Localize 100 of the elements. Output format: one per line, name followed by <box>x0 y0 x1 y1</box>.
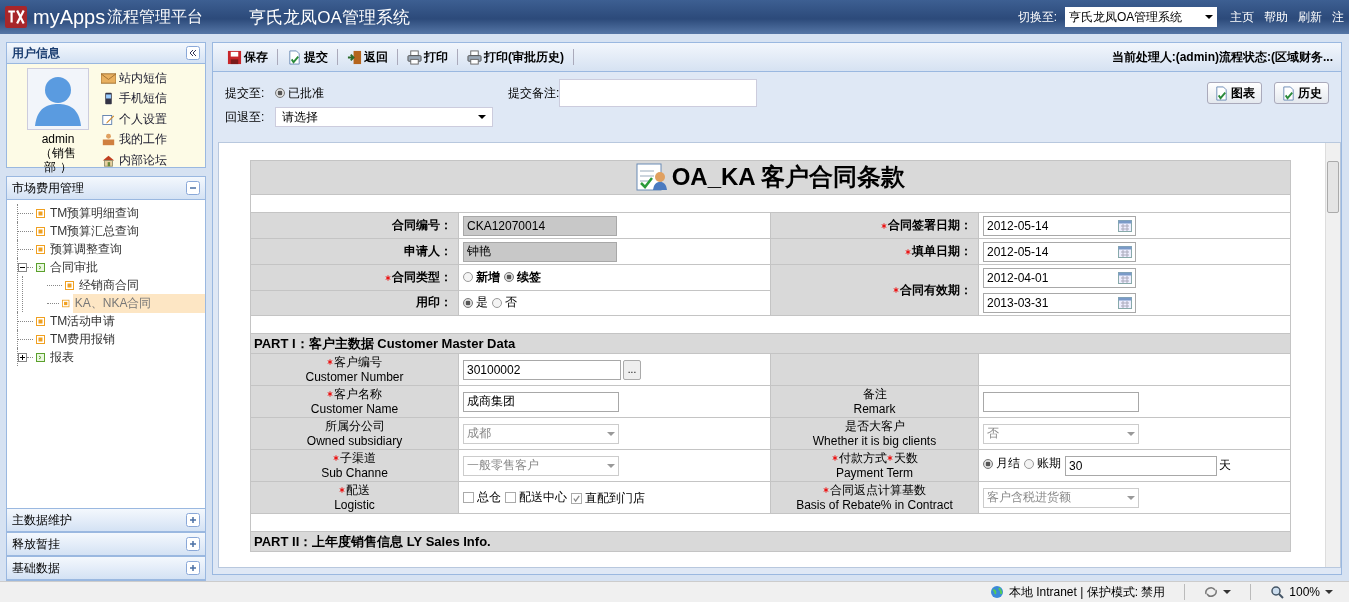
user-link[interactable]: 个人设置 <box>119 110 167 128</box>
date-field[interactable]: 2012-05-14 <box>983 215 1136 236</box>
field-label: 合同返点计算基数 <box>830 482 926 498</box>
radio-button[interactable] <box>1024 458 1034 469</box>
text-field[interactable]: 成商集团 <box>463 391 619 412</box>
checkbox[interactable] <box>505 491 516 503</box>
tree-item[interactable]: TM活动申请 <box>48 311 118 331</box>
readonly-field: 钟艳 <box>463 241 617 262</box>
field-label: 用印： <box>416 295 452 310</box>
collapse-icon[interactable] <box>18 262 27 272</box>
process-status: 当前处理人:(admin)流程状态:(区域财务... <box>1111 48 1333 66</box>
switch-label: 切换至: <box>1017 8 1057 26</box>
field-label: 合同签署日期： <box>888 218 972 232</box>
tree-item[interactable]: TM预算明细查询 <box>48 203 142 223</box>
zone-text: 本地 Intranet | 保护模式: 禁用 <box>1008 583 1166 601</box>
field-label: 是否大客户 <box>844 418 905 434</box>
node-icon <box>65 280 74 290</box>
lookup-button[interactable]: ... <box>623 359 641 380</box>
zoom-level[interactable]: 100% <box>1289 585 1320 599</box>
option-label: 已批准 <box>288 84 324 102</box>
caret-icon[interactable] <box>1223 590 1232 594</box>
text-field[interactable]: 30100002 <box>463 359 621 380</box>
node-icon <box>36 334 45 344</box>
tree-item[interactable]: 合同审批 <box>48 257 100 277</box>
user-name: admin <box>41 132 75 146</box>
tree-item[interactable]: 预算调整查询 <box>48 239 124 259</box>
action-button[interactable]: 图表 <box>1207 82 1262 104</box>
caret-icon[interactable] <box>1325 590 1333 594</box>
radio-button[interactable] <box>492 297 502 308</box>
date-field[interactable]: 2013-03-31 <box>983 292 1136 313</box>
document-check-icon <box>287 49 302 65</box>
tree-item[interactable]: 经销商合同 <box>77 275 141 295</box>
toolbar-button[interactable]: 返回 <box>343 48 392 66</box>
field-label: 合同有效期： <box>900 282 972 297</box>
magnifier-icon[interactable] <box>1270 585 1285 599</box>
scrollbar[interactable] <box>1325 143 1340 567</box>
text-field[interactable]: 30 <box>1065 455 1217 476</box>
tree-item[interactable]: KA、NKA合同 <box>72 293 205 313</box>
option-label: 新增 <box>476 268 500 286</box>
arrows-icon[interactable] <box>1204 585 1219 599</box>
header-link[interactable]: 帮助 <box>1264 8 1288 26</box>
toolbar-button[interactable]: 提交 <box>283 48 332 66</box>
panel-title: 用户信息 <box>12 44 60 62</box>
option-label: 否 <box>505 294 517 312</box>
field-label-english: Basis of Rebate% in Contract <box>796 497 953 513</box>
collapse-icon[interactable] <box>186 46 200 60</box>
nav-section-title: 释放暂挂 <box>12 535 60 553</box>
header-link[interactable]: 注 <box>1332 8 1344 26</box>
toolbar-button[interactable]: 打印 <box>403 48 452 66</box>
tree-item[interactable]: 报表 <box>48 347 76 367</box>
radio-button[interactable] <box>504 272 514 283</box>
action-button[interactable]: 历史 <box>1274 82 1329 104</box>
nav-section-header[interactable]: 释放暂挂 <box>7 532 205 556</box>
floppy-icon <box>227 49 242 65</box>
user-link[interactable]: 我的工作 <box>119 131 167 149</box>
header-link[interactable]: 主页 <box>1230 8 1254 26</box>
tree-item[interactable]: TM费用报销 <box>48 329 118 349</box>
caret-icon <box>607 463 615 468</box>
field-label: 备注 <box>862 386 887 402</box>
system-select[interactable]: 亨氏龙凤OA管理系统 <box>1065 7 1217 27</box>
nav-section-header[interactable]: 主数据维护 <box>7 508 205 532</box>
checkbox[interactable] <box>571 492 582 504</box>
field-label-english: Payment Term <box>835 465 914 481</box>
calendar-icon[interactable] <box>1118 271 1132 284</box>
note-field[interactable] <box>559 79 758 107</box>
calendar-icon[interactable] <box>1118 219 1132 232</box>
app-name: myApps <box>33 5 106 29</box>
date-field[interactable]: 2012-04-01 <box>983 267 1136 288</box>
field-label: 提交至: <box>225 84 266 102</box>
field-label-english: Sub Channe <box>321 465 388 481</box>
header-link[interactable]: 刷新 <box>1298 8 1322 26</box>
text-field[interactable] <box>983 391 1139 412</box>
document-check-icon <box>1214 85 1229 101</box>
globe-icon <box>989 585 1004 599</box>
section-title: PART II：上年度销售信息 LY Sales Info. <box>254 533 491 549</box>
radio-button[interactable] <box>463 272 473 283</box>
checkbox[interactable] <box>463 491 474 503</box>
user-link[interactable]: 内部论坛 <box>119 151 167 169</box>
nav-section-title: 基础数据 <box>12 559 60 577</box>
field-label-english: Customer Name <box>310 401 399 417</box>
option-label: 总仓 <box>477 488 501 506</box>
nav-section-header[interactable]: 市场费用管理 <box>7 177 205 200</box>
user-link[interactable]: 手机短信 <box>119 90 167 108</box>
radio-button[interactable] <box>275 88 285 98</box>
calendar-icon[interactable] <box>1118 245 1132 258</box>
field-label: 客户名称 <box>334 386 382 402</box>
radio-button[interactable] <box>983 458 993 469</box>
date-field[interactable]: 2012-05-14 <box>983 241 1136 262</box>
toolbar-button[interactable]: 打印(审批历史) <box>463 48 568 66</box>
expand-icon[interactable] <box>18 352 27 362</box>
radio-button[interactable] <box>463 297 473 308</box>
tree-item[interactable]: TM预算汇总查询 <box>48 221 142 241</box>
node-icon <box>36 244 45 254</box>
field-label: 子渠道 <box>340 450 376 466</box>
nav-section-header[interactable]: 基础数据 <box>7 556 205 580</box>
calendar-icon[interactable] <box>1118 296 1132 309</box>
toolbar-button[interactable]: 保存 <box>223 48 272 66</box>
user-link[interactable]: 站内短信 <box>119 69 167 87</box>
form-title: OA_KA 客户合同条款 <box>671 162 906 192</box>
select-field[interactable]: 请选择 <box>275 107 493 127</box>
